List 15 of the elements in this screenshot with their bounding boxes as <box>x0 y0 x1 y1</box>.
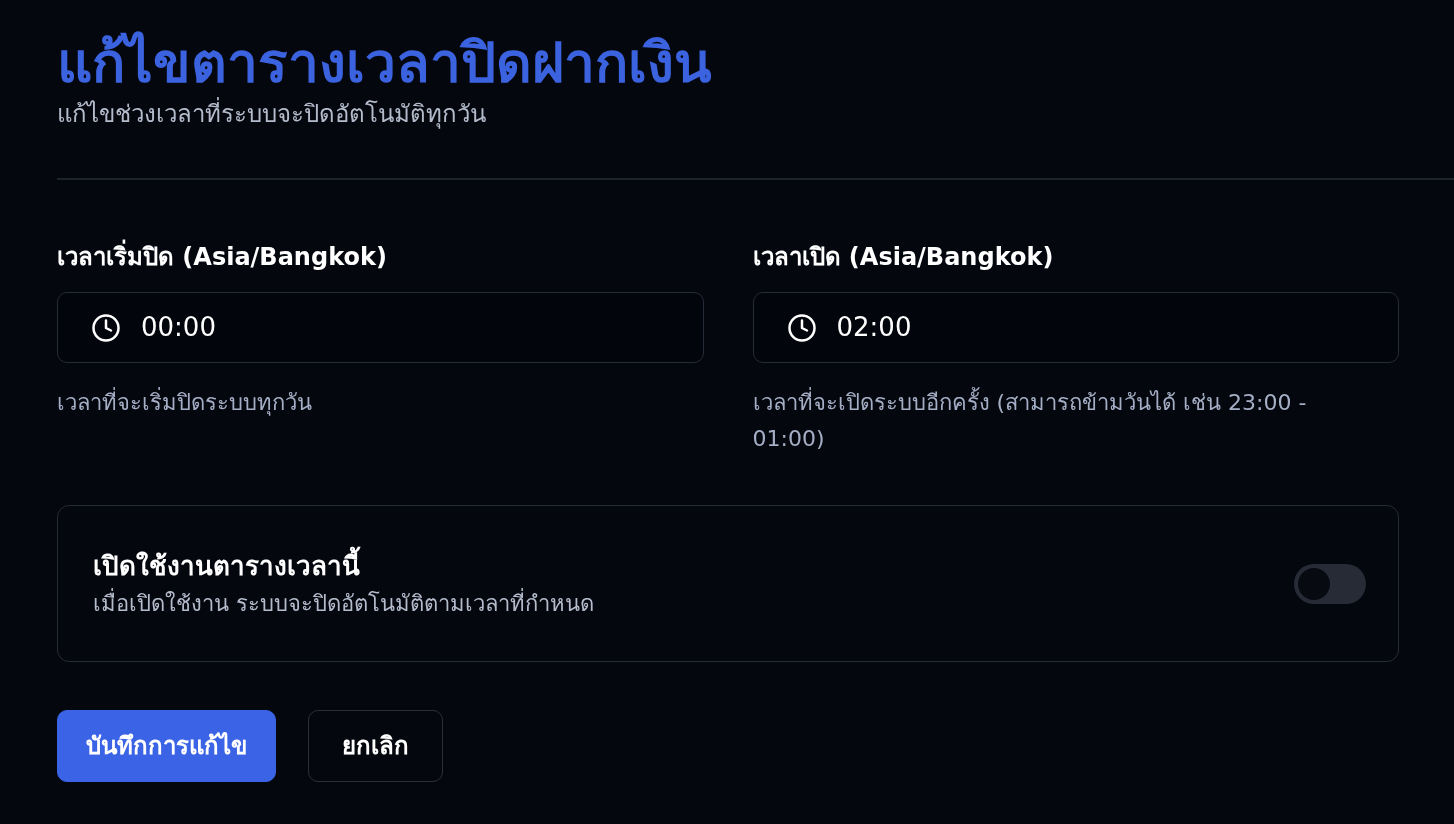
toggle-title: เปิดใช้งานตารางเวลานี้ <box>93 547 360 584</box>
page-subtitle: แก้ไขช่วงเวลาที่ระบบจะปิดอัตโนมัติทุกวัน <box>57 98 486 130</box>
field-label: เวลาเปิด (Asia/Bangkok) <box>752 242 1054 273</box>
field-hint: เวลาที่จะเปิดระบบอีกครั้ง (สามารถข้ามวันได้ เช่น 23:00 - 01:00) <box>752 385 1343 457</box>
field-label: เวลาเริ่มปิด (Asia/Bangkok) <box>57 240 387 274</box>
time-input-field[interactable]: 00:00 <box>57 292 704 363</box>
clock-icon <box>786 312 817 343</box>
page-title: แก้ไขตารางเวลาปิดฝากเงิน <box>57 30 712 97</box>
toggle-description: เมื่อเปิดใช้งาน ระบบจะปิดอัตโนมัติตามเวลาที่กำหนด <box>93 587 594 618</box>
clock-icon <box>91 312 121 343</box>
cancel-button[interactable]: ยกเลิก <box>308 710 443 782</box>
field-hint: เวลาที่จะเริ่มปิดระบบทุกวัน <box>57 385 312 421</box>
save-button[interactable]: บันทึกการแก้ไข <box>57 710 276 782</box>
toggle-switch[interactable] <box>1294 563 1366 604</box>
time-input-field[interactable]: 02:00 <box>752 292 1399 363</box>
